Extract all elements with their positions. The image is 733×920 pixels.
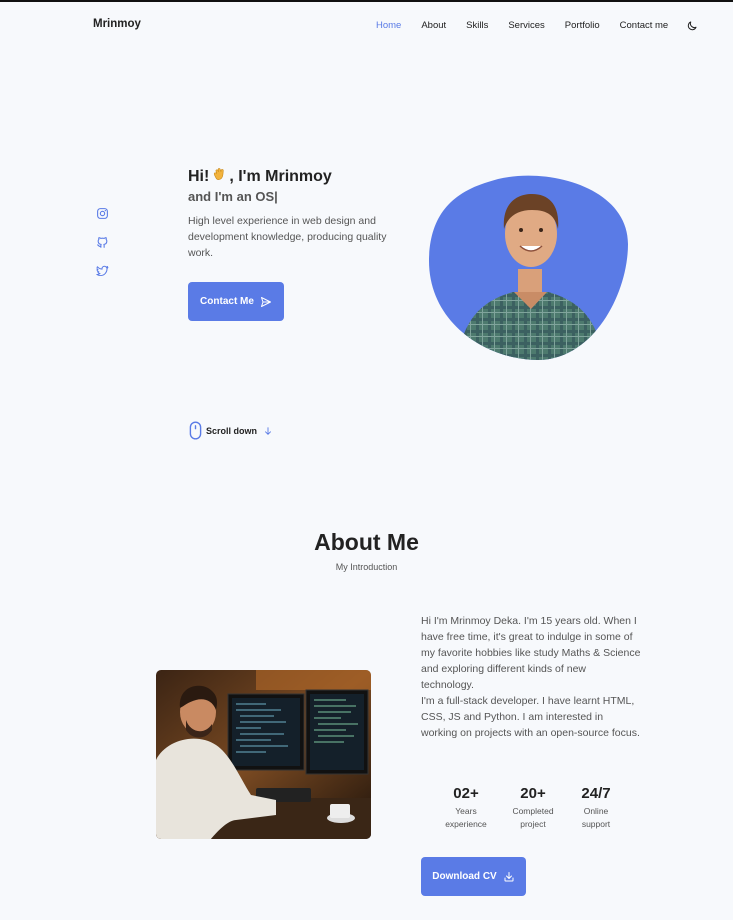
scroll-down-label: Scroll down [206,425,258,436]
scroll-down-link[interactable]: Scroll down [189,421,273,440]
hero-portrait [428,174,630,360]
social-links [96,207,109,294]
about-title: About Me [314,529,419,555]
main-nav: Home About Skills Services Portfolio Con… [376,20,678,31]
nav-about[interactable]: About [421,20,446,31]
download-cv-label: Download CV [432,871,497,882]
nav-home[interactable]: Home [376,20,401,31]
stat-number: 24/7 [581,785,611,802]
stat-label: Years experience [445,806,487,829]
waving-hand-icon [214,168,224,181]
site-logo[interactable]: Mrinmoy [93,18,141,30]
stat-projects: 20+ Completed project [506,785,560,831]
github-icon[interactable] [96,236,109,249]
nav-services[interactable]: Services [508,20,544,31]
twitter-icon[interactable] [96,265,109,278]
download-icon [504,871,514,881]
arrow-down-icon [265,426,271,435]
send-icon [260,296,271,307]
stat-number: 20+ [520,785,546,802]
download-cv-button[interactable]: Download CV [421,857,526,896]
about-paragraph-2: I'm a full-stack developer. I have learn… [421,695,640,739]
hero-subtitle: and I'm an OS| [188,189,278,204]
stat-label: Online support [581,806,611,829]
instagram-icon[interactable] [96,207,109,220]
nav-contact[interactable]: Contact me [620,20,669,31]
nav-skills[interactable]: Skills [466,20,488,31]
nav-portfolio[interactable]: Portfolio [565,20,600,31]
about-subtitle: My Introduction [335,562,398,572]
header: Mrinmoy Home About Skills Services Portf… [0,2,733,50]
stat-experience: 02+ Years experience [440,785,492,831]
hero-description: High level experience in web design and … [188,215,387,259]
stat-label: Completed project [512,806,554,829]
about-description: Hi I'm Mrinmoy Deka. I'm 15 years old. W… [421,613,641,741]
about-paragraph-1: Hi I'm Mrinmoy Deka. I'm 15 years old. W… [421,615,641,691]
stat-number: 02+ [453,785,479,802]
hero-title: Hi! , I'm Mrinmoy [188,168,332,185]
moon-icon[interactable] [686,20,698,32]
about-photo [156,670,371,839]
contact-me-label: Contact Me [200,296,254,307]
contact-me-button[interactable]: Contact Me [188,282,284,321]
stat-support: 24/7 Online support [572,785,620,831]
mouse-icon [189,421,202,440]
